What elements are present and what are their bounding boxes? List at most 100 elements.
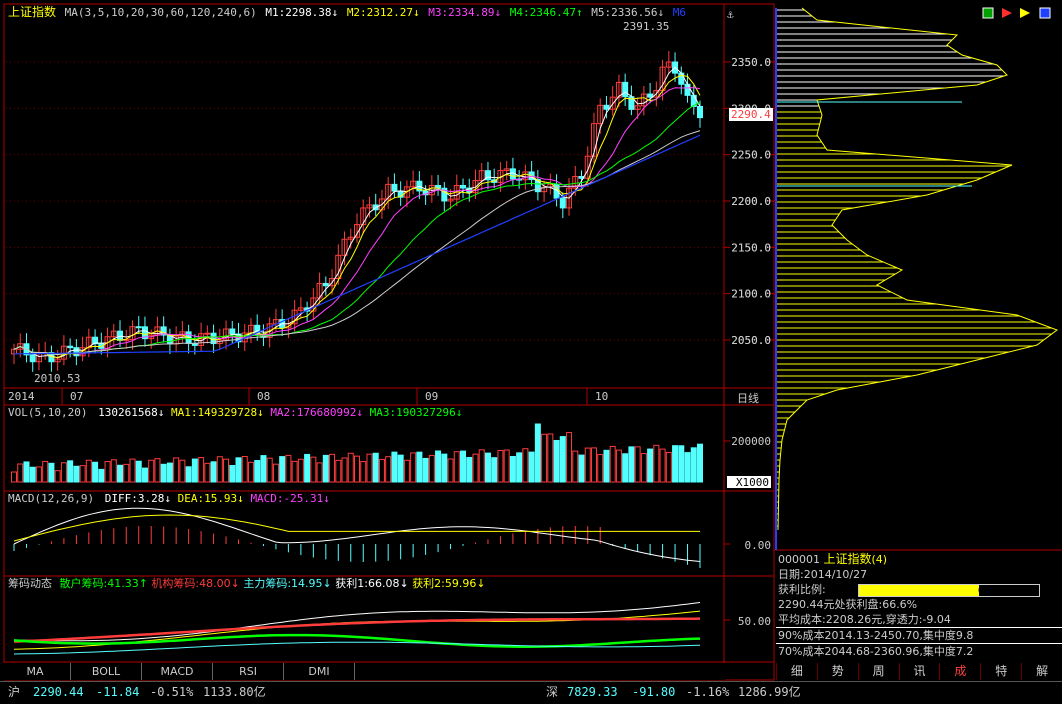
chip-main: 主力筹码:14.95↓ xyxy=(243,577,332,590)
play-icon xyxy=(1020,8,1030,18)
indicator-tabs: MA BOLL MACD RSI DMI xyxy=(0,663,725,680)
tab-macd[interactable]: MACD xyxy=(142,663,213,680)
volume-bar xyxy=(609,445,616,483)
vol-ma2: MA2:176680992↓ xyxy=(270,406,364,419)
volume-bar xyxy=(378,458,385,483)
flag-icon xyxy=(1002,8,1012,18)
volume-bar xyxy=(566,432,573,483)
price-high-label: 2391.35 xyxy=(623,20,670,33)
volume-bar xyxy=(672,445,679,483)
volume-bar xyxy=(48,462,55,483)
tab-rsi[interactable]: RSI xyxy=(213,663,284,680)
volume-bar xyxy=(42,460,49,483)
volume-bar xyxy=(154,458,161,483)
macd-value: MACD:-25.31↓ xyxy=(250,492,330,505)
volume-bar xyxy=(653,444,660,483)
volume-bar xyxy=(92,461,99,483)
rtab-week[interactable]: 周 xyxy=(857,663,899,680)
chip-info-panel: 000001 上证指数(4) 日期:2014/10/27 获利比例: 66.6%… xyxy=(776,552,1062,659)
candle-body xyxy=(684,83,691,96)
tab-dmi[interactable]: DMI xyxy=(284,663,355,680)
volume-bar xyxy=(223,458,230,483)
vol-unit-label: X1000 xyxy=(736,476,769,489)
cyq-axis-label: 2100.0 xyxy=(731,288,771,301)
rtab-special[interactable]: 特 xyxy=(980,663,1021,680)
candle-body xyxy=(559,197,566,209)
volume-bar xyxy=(372,452,379,483)
tab-ma[interactable]: MA xyxy=(0,663,71,680)
chip-profit1: 获利1:66.08↓ xyxy=(335,577,409,590)
volume-bar xyxy=(35,466,42,483)
volume-bar xyxy=(659,448,666,483)
ma6-line xyxy=(13,134,701,355)
rtab-news[interactable]: 讯 xyxy=(898,663,940,680)
candle-body xyxy=(603,104,610,110)
volume-bar xyxy=(316,462,323,483)
volume-bar xyxy=(391,451,398,483)
volume-bar xyxy=(191,458,198,483)
volume-bar xyxy=(472,453,479,483)
sh-amount: 1133.80亿 xyxy=(203,685,266,699)
candle-body xyxy=(622,81,629,98)
volume-bar xyxy=(541,433,548,483)
candle-body xyxy=(322,282,329,287)
volume-bar xyxy=(447,458,454,483)
tab-boll[interactable]: BOLL xyxy=(71,663,142,680)
macd-histogram xyxy=(13,526,701,568)
chip-inst: 机构筹码:48.00↓ xyxy=(151,577,240,590)
ma2-value: M2:2312.27↓ xyxy=(346,6,420,19)
sz-price: 7829.33 xyxy=(567,685,618,699)
month-label: 10 xyxy=(595,390,608,403)
info-line2: 平均成本:2208.26元,穿透力:-9.04 xyxy=(778,613,951,626)
volume-bar xyxy=(403,459,410,483)
volume-bar xyxy=(397,454,404,483)
volume-bar xyxy=(360,461,367,483)
year-label: 2014 xyxy=(8,390,35,403)
rtab-chips[interactable]: 成 xyxy=(939,663,980,680)
volume-bar xyxy=(453,451,460,483)
volume-bar xyxy=(491,457,498,483)
chip-retail: 散户筹码:41.33↑ xyxy=(59,577,148,590)
volume-bar xyxy=(341,457,348,483)
volume-bar xyxy=(204,462,211,483)
volume-bar xyxy=(173,457,180,483)
profit-bar-fill xyxy=(859,585,979,596)
candles xyxy=(11,51,703,372)
profit-bar: 66.6% xyxy=(858,584,1040,597)
candle-body xyxy=(697,105,703,119)
volume-bar xyxy=(354,455,360,483)
volume-bar xyxy=(210,461,217,483)
info-name: 上证指数 xyxy=(823,552,872,566)
vol-ma1: MA1:149329728↓ xyxy=(170,406,264,419)
volume-bar xyxy=(166,462,173,483)
volume-bar xyxy=(272,463,279,483)
volume-bar xyxy=(678,445,685,483)
sh-pct: -0.51% xyxy=(150,685,194,699)
rtab-trend[interactable]: 势 xyxy=(816,663,858,680)
candle-body xyxy=(460,184,467,189)
volume-bar xyxy=(503,449,510,483)
volume-bar xyxy=(29,466,36,483)
rtab-detail[interactable]: 细 xyxy=(776,663,817,680)
window-icon xyxy=(1039,7,1051,19)
chip-title: 筹码动态 xyxy=(8,577,52,590)
rtab-explain[interactable]: 解 xyxy=(1021,663,1062,680)
month-label: 08 xyxy=(257,390,270,403)
price-header: 上证指数 MA(3,5,10,20,30,60,120,240,6) M1:22… xyxy=(8,5,686,20)
volume-bar xyxy=(416,451,423,483)
vol-ma3: MA3:190327296↓ xyxy=(369,406,463,419)
volume-bar xyxy=(534,423,541,483)
market-status-bar: 沪 2290.44 -11.84 -0.51% 1133.80亿 深 7829.… xyxy=(0,681,1062,704)
volume-bar xyxy=(428,454,435,483)
info-count: (4) xyxy=(871,553,888,566)
volume-bar xyxy=(117,464,124,483)
volume-bar xyxy=(547,433,554,483)
volume-bar xyxy=(310,456,317,483)
info-line1: 2290.44元处获利盘:66.6% xyxy=(778,598,918,611)
volume-bar xyxy=(347,452,354,483)
macd-params: MACD(12,26,9) xyxy=(8,492,95,505)
volume-bars xyxy=(11,423,703,483)
price-low-label: 2010.53 xyxy=(34,372,81,385)
period-label: 日线 xyxy=(737,391,759,405)
candle-body xyxy=(204,332,211,335)
